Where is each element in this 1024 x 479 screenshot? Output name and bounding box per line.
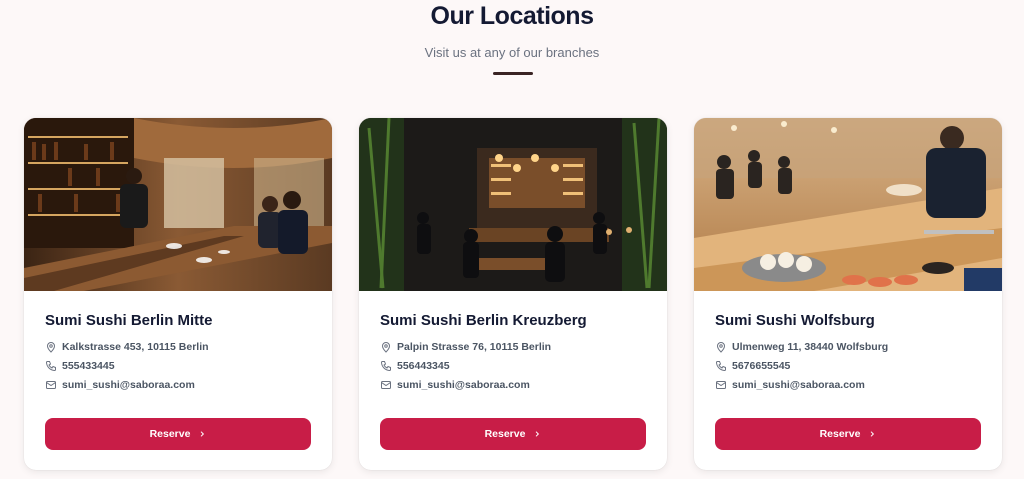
location-address: Ulmenweg 11, 38440 Wolfsburg <box>715 339 888 355</box>
reserve-button[interactable]: Reserve <box>380 418 646 450</box>
reserve-label: Reserve <box>819 428 861 440</box>
location-name: Sumi Sushi Berlin Kreuzberg <box>380 312 587 329</box>
location-phone: 5676655545 <box>715 358 790 374</box>
location-phone: 555433445 <box>45 358 115 374</box>
email-text[interactable]: sumi_sushi@saboraa.com <box>62 379 195 391</box>
phone-icon <box>380 360 392 372</box>
restaurant-photo <box>694 118 1002 291</box>
phone-icon <box>45 360 57 372</box>
email-text[interactable]: sumi_sushi@saboraa.com <box>732 379 865 391</box>
reserve-label: Reserve <box>484 428 526 440</box>
location-card-wolfsburg: Sumi Sushi Wolfsburg Ulmenweg 11, 38440 … <box>694 118 1002 470</box>
phone-text[interactable]: 555433445 <box>62 360 115 372</box>
location-email: sumi_sushi@saboraa.com <box>380 377 530 393</box>
location-name: Sumi Sushi Berlin Mitte <box>45 312 213 329</box>
address-text: Kalkstrasse 453, 10115 Berlin <box>62 341 209 353</box>
location-phone: 556443345 <box>380 358 450 374</box>
chevron-right-icon <box>198 430 206 438</box>
location-address: Kalkstrasse 453, 10115 Berlin <box>45 339 209 355</box>
map-pin-icon <box>45 341 57 353</box>
reserve-label: Reserve <box>149 428 191 440</box>
chevron-right-icon <box>868 430 876 438</box>
restaurant-photo <box>24 118 332 291</box>
email-text[interactable]: sumi_sushi@saboraa.com <box>397 379 530 391</box>
reserve-button[interactable]: Reserve <box>45 418 311 450</box>
reserve-button[interactable]: Reserve <box>715 418 981 450</box>
map-pin-icon <box>380 341 392 353</box>
phone-text[interactable]: 5676655545 <box>732 360 790 372</box>
location-name: Sumi Sushi Wolfsburg <box>715 312 875 329</box>
location-address: Palpin Strasse 76, 10115 Berlin <box>380 339 551 355</box>
title-divider <box>493 72 533 75</box>
chevron-right-icon <box>533 430 541 438</box>
mail-icon <box>380 379 392 391</box>
restaurant-photo <box>359 118 667 291</box>
page-title: Our Locations <box>430 2 594 30</box>
address-text: Palpin Strasse 76, 10115 Berlin <box>397 341 552 353</box>
map-pin-icon <box>715 341 727 353</box>
location-email: sumi_sushi@saboraa.com <box>45 377 195 393</box>
location-email: sumi_sushi@saboraa.com <box>715 377 865 393</box>
phone-icon <box>715 360 727 372</box>
address-text: Ulmenweg 11, 38440 Wolfsburg <box>732 341 889 353</box>
phone-text[interactable]: 556443345 <box>397 360 450 372</box>
location-card-berlin-kreuzberg: Sumi Sushi Berlin Kreuzberg Palpin Stras… <box>359 118 667 470</box>
mail-icon <box>45 379 57 391</box>
mail-icon <box>715 379 727 391</box>
page-subtitle: Visit us at any of our branches <box>424 45 600 60</box>
location-card-berlin-mitte: Sumi Sushi Berlin Mitte Kalkstrasse 453,… <box>24 118 332 470</box>
